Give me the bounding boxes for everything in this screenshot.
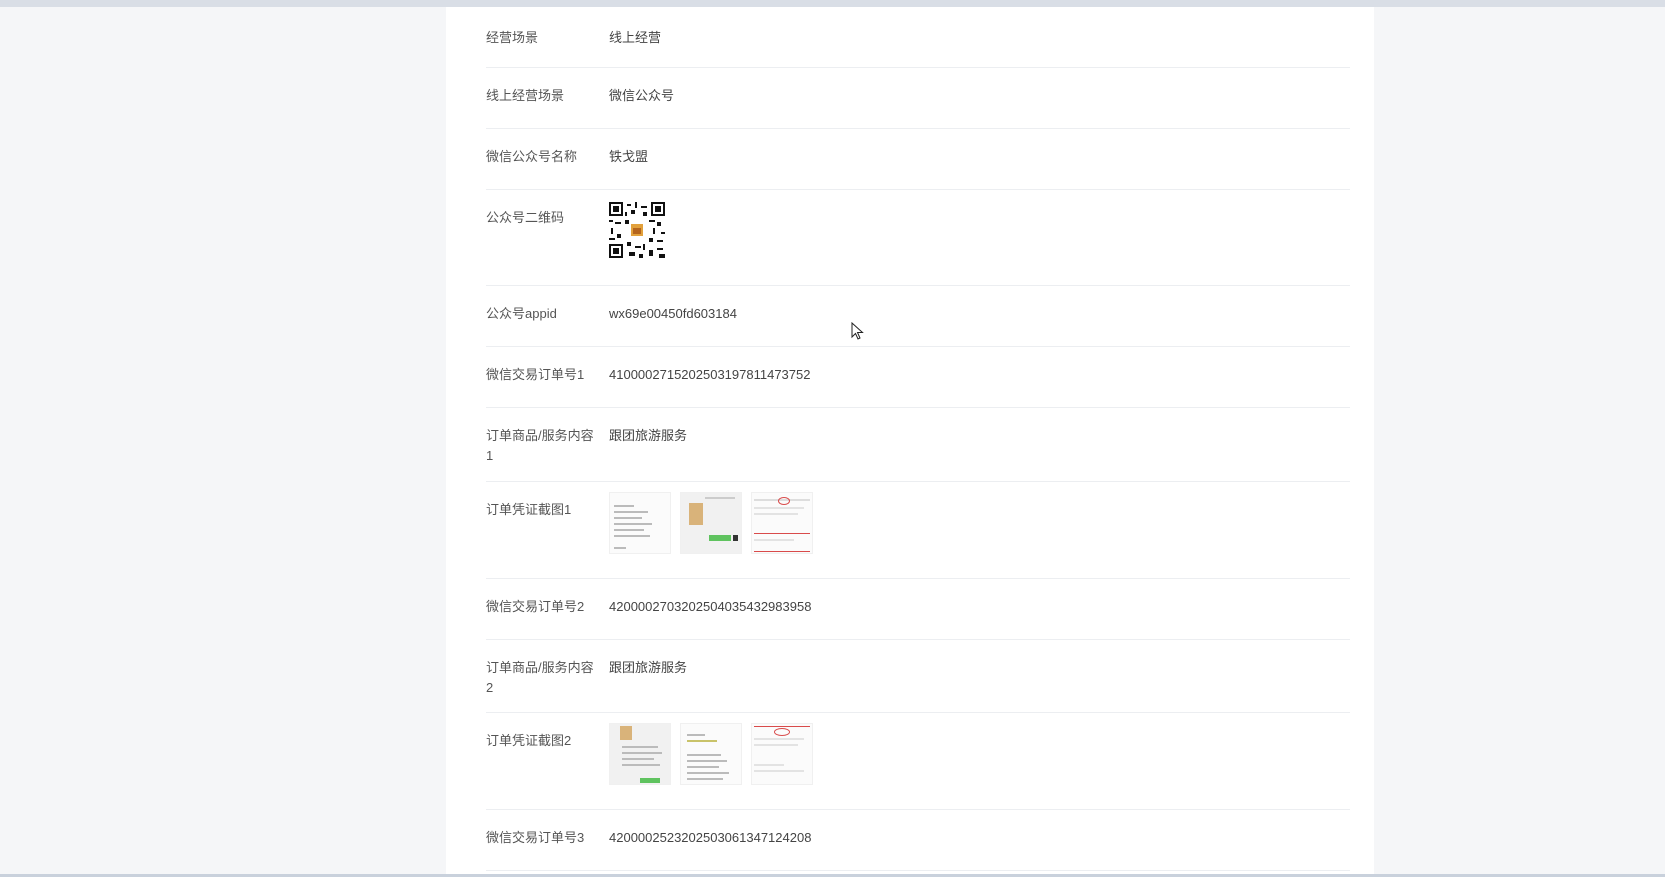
detail-row-order-content-2: 订单商品/服务内容2 跟团旅游服务 bbox=[486, 640, 1350, 713]
detail-label: 微信交易订单号3 bbox=[486, 830, 585, 845]
order-screenshot-thumbnail[interactable] bbox=[680, 492, 742, 554]
detail-value: 跟团旅游服务 bbox=[609, 660, 688, 675]
detail-value: wx69e00450fd603184 bbox=[609, 306, 737, 321]
detail-row-order-screenshots-1: 订单凭证截图1 bbox=[486, 482, 1350, 579]
mouse-pointer-icon bbox=[851, 322, 864, 340]
detail-row-order-number-3: 微信交易订单号3 4200002523202503061347124208 bbox=[486, 810, 1350, 871]
detail-row-qr-code: 公众号二维码 bbox=[486, 190, 1350, 286]
detail-value: 微信公众号 bbox=[609, 88, 675, 103]
detail-label: 微信公众号名称 bbox=[486, 149, 578, 164]
detail-row-appid: 公众号appid wx69e00450fd603184 bbox=[486, 286, 1350, 347]
order-screenshot-thumbnail[interactable] bbox=[609, 492, 671, 554]
qr-code-image[interactable] bbox=[609, 202, 665, 258]
detail-label: 订单凭证截图2 bbox=[486, 733, 572, 748]
detail-value: 4100002715202503197811473752 bbox=[609, 367, 811, 382]
screenshot-gallery bbox=[609, 723, 813, 785]
screenshot-gallery bbox=[609, 492, 813, 554]
detail-label: 订单凭证截图1 bbox=[486, 502, 572, 517]
detail-label: 经营场景 bbox=[486, 30, 539, 45]
detail-label: 公众号二维码 bbox=[486, 210, 565, 225]
detail-label: 微信交易订单号2 bbox=[486, 599, 585, 614]
detail-panel: 经营场景 线上经营 线上经营场景 微信公众号 微信公众号名称 铁戈盟 公众号二维… bbox=[446, 7, 1374, 874]
order-screenshot-thumbnail[interactable] bbox=[751, 492, 813, 554]
detail-row-online-scenario: 线上经营场景 微信公众号 bbox=[486, 68, 1350, 129]
detail-label: 公众号appid bbox=[486, 306, 557, 321]
detail-label: 订单商品/服务内容2 bbox=[486, 660, 594, 695]
order-screenshot-thumbnail[interactable] bbox=[609, 723, 671, 785]
detail-label: 线上经营场景 bbox=[486, 88, 565, 103]
detail-row-account-name: 微信公众号名称 铁戈盟 bbox=[486, 129, 1350, 190]
detail-label: 订单商品/服务内容1 bbox=[486, 428, 594, 463]
detail-value: 线上经营 bbox=[609, 30, 662, 45]
order-screenshot-thumbnail[interactable] bbox=[680, 723, 742, 785]
detail-value: 铁戈盟 bbox=[609, 149, 649, 164]
detail-label: 微信交易订单号1 bbox=[486, 367, 585, 382]
detail-value: 4200002703202504035432983958 bbox=[609, 599, 812, 614]
detail-value: 4200002523202503061347124208 bbox=[609, 830, 812, 845]
detail-row-order-screenshots-2: 订单凭证截图2 bbox=[486, 713, 1350, 810]
order-screenshot-thumbnail[interactable] bbox=[751, 723, 813, 785]
detail-row-order-number-2: 微信交易订单号2 4200002703202504035432983958 bbox=[486, 579, 1350, 640]
detail-row-business-scenario: 经营场景 线上经营 bbox=[486, 7, 1350, 68]
detail-row-order-number-1: 微信交易订单号1 4100002715202503197811473752 bbox=[486, 347, 1350, 408]
detail-list: 经营场景 线上经营 线上经营场景 微信公众号 微信公众号名称 铁戈盟 公众号二维… bbox=[486, 7, 1350, 871]
top-border bbox=[0, 0, 1665, 7]
detail-value: 跟团旅游服务 bbox=[609, 428, 688, 443]
detail-row-order-content-1: 订单商品/服务内容1 跟团旅游服务 bbox=[486, 408, 1350, 482]
